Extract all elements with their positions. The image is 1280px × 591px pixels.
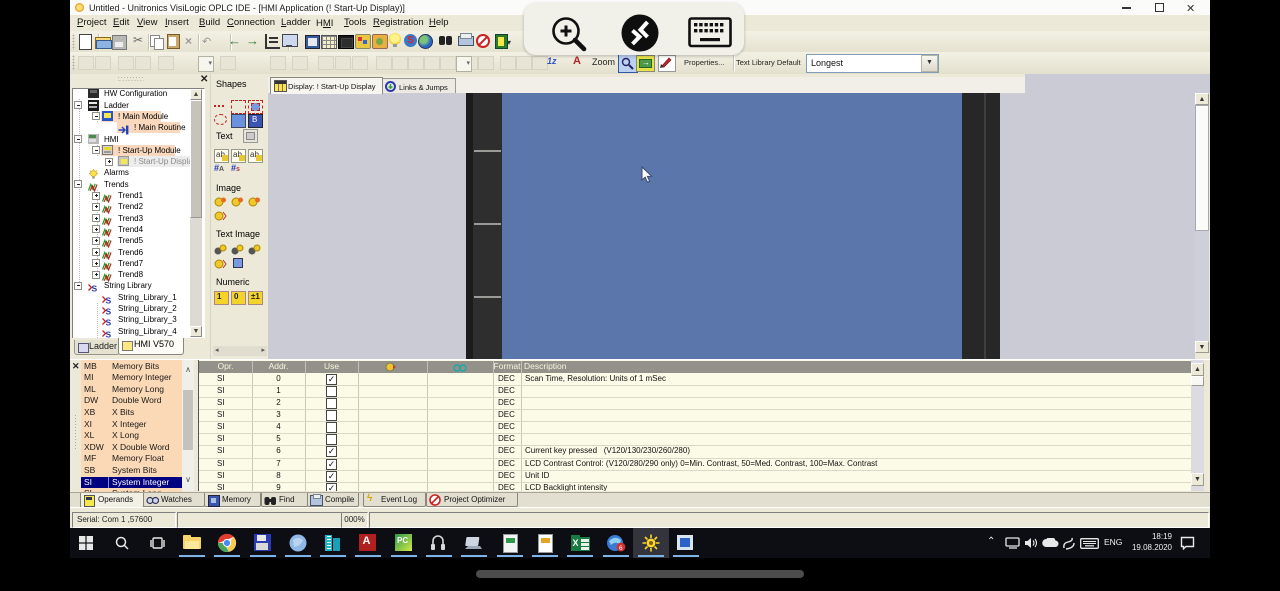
svg-text:S: S: [92, 284, 98, 294]
svg-text:6: 6: [619, 545, 623, 552]
